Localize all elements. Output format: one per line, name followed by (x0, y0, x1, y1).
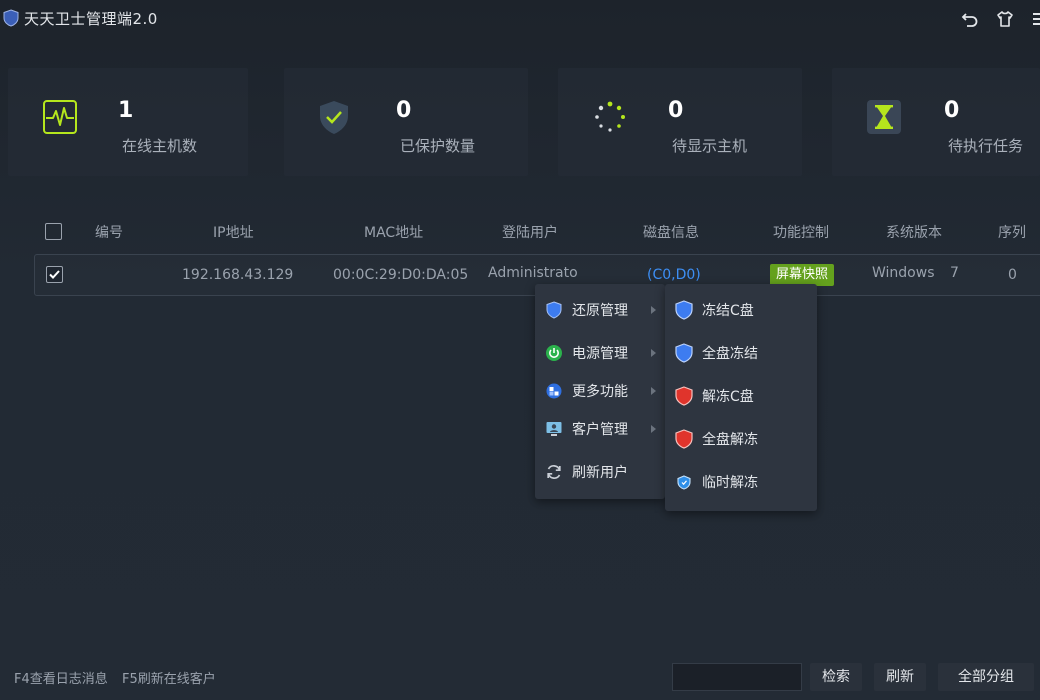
app-window: 天天卫士管理端2.0 1 在线主机数 0 已保护数量 0 待显示主机 0 待执行… (0, 0, 1040, 700)
spinner-icon (595, 101, 625, 132)
stat-card-online: 1 在线主机数 (8, 68, 248, 176)
menu-item-label: 还原管理 (572, 303, 628, 319)
menu-item-restore[interactable]: 还原管理 (535, 292, 665, 328)
shield-check-icon (320, 101, 348, 134)
undo-icon[interactable] (960, 10, 980, 30)
hourglass-icon (867, 100, 901, 134)
table-header: 编号 IP地址 MAC地址 登陆用户 磁盘信息 功能控制 系统版本 序列 (0, 212, 1040, 248)
cell-mac: 00:0C:29:D0:DA:05 (333, 267, 469, 283)
submenu-arrow-icon (651, 425, 656, 433)
submenu-item-temp-unfreeze[interactable]: 临时解冻 (665, 462, 817, 502)
more-functions-icon (546, 383, 562, 399)
footer-bar: F4查看日志消息 F5刷新在线客户 检索 刷新 全部分组 (0, 654, 1040, 700)
stat-label: 在线主机数 (122, 137, 198, 155)
stat-card-protected: 0 已保护数量 (284, 68, 528, 176)
menu-item-more-functions[interactable]: 更多功能 (535, 373, 665, 409)
column-header-control[interactable]: 功能控制 (773, 222, 829, 242)
column-header-user[interactable]: 登陆用户 (502, 222, 558, 242)
stat-value: 0 (944, 98, 960, 123)
f4-log-hint: F4查看日志消息 (14, 672, 108, 687)
submenu-arrow-icon (651, 387, 656, 395)
f5-refresh-hint: F5刷新在线客户 (122, 672, 216, 687)
blue-shield-icon (675, 300, 693, 320)
submenu-item-label: 解冻C盘 (702, 389, 754, 405)
column-header-ip[interactable]: IP地址 (213, 222, 254, 242)
menu-item-label: 更多功能 (572, 384, 628, 400)
stat-label: 待显示主机 (672, 137, 748, 155)
submenu-item-freeze-c[interactable]: 冻结C盘 (665, 290, 817, 330)
context-menu: 还原管理 电源管理 更多功能 客户管理 刷新用户 (535, 284, 665, 499)
app-logo-icon (3, 9, 19, 27)
select-all-checkbox[interactable] (45, 223, 62, 240)
stat-card-pending-tasks: 0 待执行任务 (832, 68, 1040, 176)
title-bar: 天天卫士管理端2.0 (0, 0, 1040, 38)
stat-card-pending-hosts: 0 待显示主机 (558, 68, 802, 176)
menu-item-label: 刷新用户 (572, 465, 628, 481)
screenshot-button[interactable]: 屏幕快照 (770, 264, 835, 286)
hamburger-icon[interactable] (1028, 10, 1040, 30)
cell-os-version: 7 (950, 265, 959, 281)
menu-item-client[interactable]: 客户管理 (535, 411, 665, 447)
menu-item-refresh-users[interactable]: 刷新用户 (535, 454, 665, 490)
column-header-mac[interactable]: MAC地址 (364, 222, 423, 242)
stat-value: 0 (396, 98, 412, 123)
small-shield-icon (677, 475, 691, 490)
refresh-button[interactable]: 刷新 (874, 663, 926, 691)
stat-label: 已保护数量 (400, 137, 476, 155)
app-title: 天天卫士管理端2.0 (24, 10, 158, 28)
column-header-seq[interactable]: 序列 (998, 222, 1026, 242)
power-icon (546, 345, 562, 361)
cell-os: Windows (872, 265, 935, 281)
submenu-arrow-icon (651, 349, 656, 357)
search-input[interactable] (672, 663, 802, 691)
menu-item-power[interactable]: 电源管理 (535, 335, 665, 371)
submenu-item-unfreeze-all[interactable]: 全盘解冻 (665, 419, 817, 459)
cell-seq: 0 (1008, 267, 1017, 283)
submenu-item-freeze-all[interactable]: 全盘冻结 (665, 333, 817, 373)
blue-shield-icon (675, 343, 693, 363)
red-shield-icon (675, 386, 693, 406)
stat-value: 0 (668, 98, 684, 123)
submenu-item-label: 全盘解冻 (702, 432, 758, 448)
stat-label: 待执行任务 (948, 137, 1024, 155)
cell-disk[interactable]: (C0,D0) (647, 267, 701, 283)
submenu-arrow-icon (651, 306, 656, 314)
checkmark-icon (49, 270, 60, 279)
cell-ip: 192.168.43.129 (182, 267, 294, 283)
row-checkbox[interactable] (46, 266, 63, 283)
submenu-item-label: 临时解冻 (702, 475, 758, 491)
column-header-os[interactable]: 系统版本 (886, 222, 942, 242)
client-icon (546, 422, 562, 436)
restore-submenu: 冻结C盘 全盘冻结 解冻C盘 全盘解冻 临时解冻 (665, 284, 817, 511)
menu-item-label: 客户管理 (572, 422, 628, 438)
submenu-item-label: 冻结C盘 (702, 303, 754, 319)
stat-value: 1 (118, 98, 134, 123)
search-button[interactable]: 检索 (810, 663, 862, 691)
column-header-id[interactable]: 编号 (95, 222, 123, 242)
column-header-disk[interactable]: 磁盘信息 (643, 222, 699, 242)
submenu-item-unfreeze-c[interactable]: 解冻C盘 (665, 376, 817, 416)
menu-item-label: 电源管理 (572, 346, 628, 362)
shield-icon (546, 301, 562, 319)
refresh-icon (547, 465, 561, 479)
red-shield-icon (675, 429, 693, 449)
cell-user: Administrato (488, 265, 578, 281)
stats-bar: 1 在线主机数 0 已保护数量 0 待显示主机 0 待执行任务 (0, 68, 1040, 176)
tshirt-icon[interactable] (995, 10, 1015, 30)
pulse-icon (43, 100, 77, 134)
group-select[interactable]: 全部分组 (938, 663, 1034, 691)
submenu-item-label: 全盘冻结 (702, 346, 758, 362)
